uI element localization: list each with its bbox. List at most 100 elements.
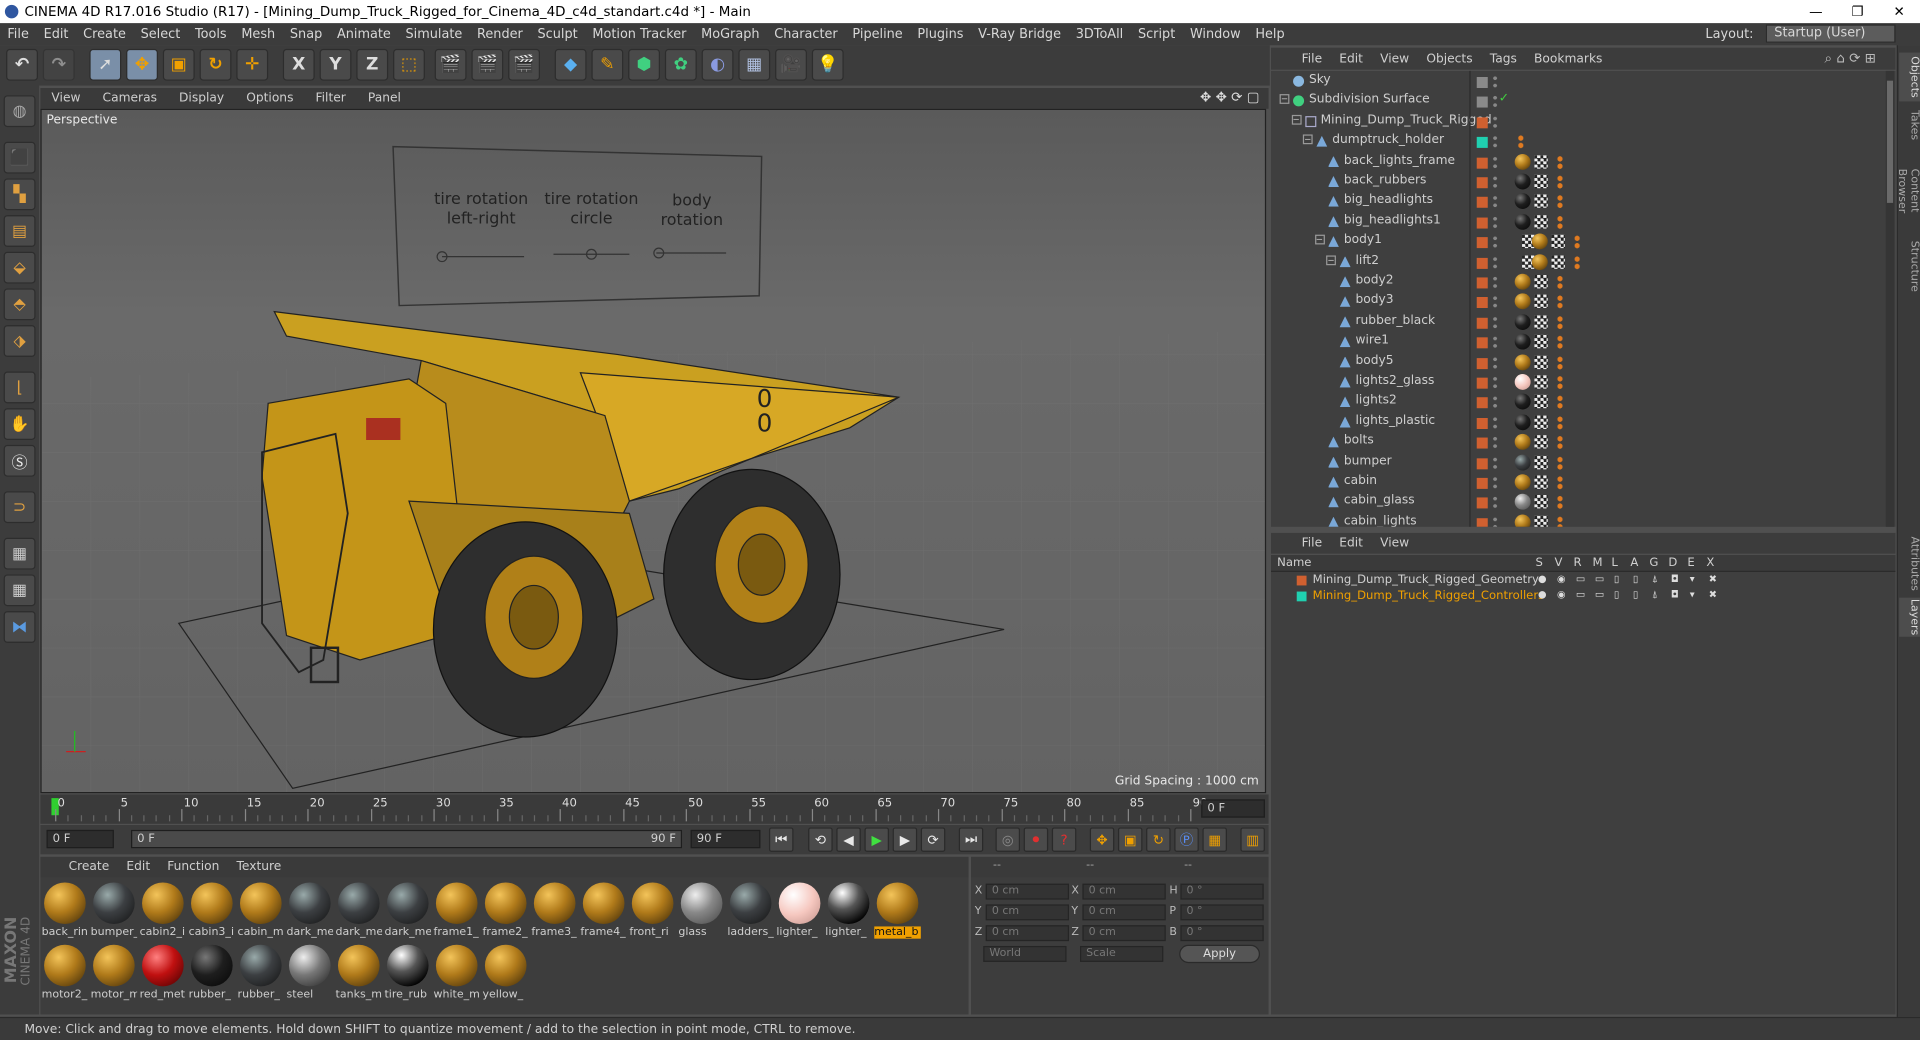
- material-tag-icon[interactable]: [1514, 414, 1531, 430]
- material-swatch[interactable]: ladders_: [727, 880, 774, 941]
- layer-toggle-icon[interactable]: ◘: [1671, 573, 1679, 584]
- coord-field-c[interactable]: 0 °: [1180, 904, 1264, 921]
- object-row[interactable]: − Subdivision Surface ✓: [1271, 92, 1883, 112]
- layer-toggle-icon[interactable]: ⍋: [1652, 573, 1658, 585]
- layer-menu-view[interactable]: View: [1372, 537, 1418, 550]
- visibility-dots-icon[interactable]: [1492, 254, 1498, 270]
- layer-list[interactable]: Mining_Dump_Truck_Rigged_Geometry ● ◉ ▭ ▭ ▯ ▯ ⍋…: [1271, 572, 1896, 1015]
- uvw-tag-icon[interactable]: [1534, 475, 1548, 489]
- layer-toggle-icon[interactable]: ◘: [1671, 589, 1679, 600]
- visibility-dots-icon[interactable]: [1492, 435, 1498, 451]
- uvw-tag-icon[interactable]: [1534, 154, 1548, 169]
- layer-color-icon[interactable]: [1476, 117, 1488, 129]
- selection-tag-icon[interactable]: [1555, 214, 1565, 230]
- layer-color-icon[interactable]: [1476, 417, 1488, 429]
- side-tab-takes[interactable]: Takes: [1899, 106, 1920, 143]
- visibility-dots-icon[interactable]: [1492, 315, 1498, 330]
- cube-primitive-icon[interactable]: ◆: [554, 48, 587, 81]
- layer-color-icon[interactable]: [1476, 337, 1488, 349]
- material-swatch[interactable]: frame1_: [433, 880, 480, 941]
- coord-field-b[interactable]: 0 cm: [1082, 904, 1166, 921]
- menu-select[interactable]: Select: [133, 27, 187, 42]
- key-parameter-icon[interactable]: Ⓟ: [1174, 827, 1199, 852]
- object-row[interactable]: lights2: [1271, 393, 1883, 413]
- material-tag-icon[interactable]: [1514, 313, 1531, 330]
- coord-field-b[interactable]: 0 cm: [1082, 925, 1166, 942]
- coord-field-c[interactable]: 0 °: [1180, 925, 1264, 942]
- end-frame-field[interactable]: 90 F: [690, 829, 761, 849]
- viewport-menu-options[interactable]: Options: [235, 92, 304, 105]
- uvw-tag-icon[interactable]: [1534, 375, 1548, 389]
- material-swatch[interactable]: yellow_: [482, 942, 529, 1003]
- object-row[interactable]: cabin_lights: [1271, 513, 1883, 527]
- magnet-icon[interactable]: ⊃: [3, 491, 36, 524]
- uvw-tag-icon[interactable]: [1534, 435, 1548, 449]
- visibility-dots-icon[interactable]: [1492, 455, 1498, 471]
- object-row[interactable]: − dumptruck_holder: [1271, 132, 1883, 152]
- previous-frame-icon[interactable]: ◀: [836, 827, 861, 852]
- move-tool-icon[interactable]: ✥: [126, 48, 158, 81]
- maximize-button[interactable]: ❐: [1837, 0, 1879, 23]
- viewport-nav-icons[interactable]: ✥ ✥ ⟳ ▢: [1200, 89, 1259, 105]
- viewport-menu-panel[interactable]: Panel: [357, 92, 412, 105]
- layer-color-icon[interactable]: [1476, 77, 1488, 88]
- uvw-tag-icon[interactable]: [1534, 395, 1548, 409]
- layer-color-icon[interactable]: [1476, 157, 1488, 169]
- object-menu-bookmarks[interactable]: Bookmarks: [1525, 52, 1611, 65]
- coord-system-dropdown[interactable]: World: [983, 946, 1067, 962]
- menu-pipeline[interactable]: Pipeline: [845, 27, 910, 42]
- key-scale-icon[interactable]: ▣: [1117, 827, 1143, 852]
- subdivision-generator-icon[interactable]: ⬢: [628, 48, 660, 81]
- layer-toggle-icon[interactable]: ▯: [1614, 573, 1619, 584]
- timeline-window-icon[interactable]: ▥: [1240, 827, 1265, 852]
- layer-toggle-icon[interactable]: ◉: [1557, 573, 1566, 584]
- material-swatch[interactable]: frame4_: [580, 880, 627, 941]
- visibility-dots-icon[interactable]: [1492, 335, 1498, 350]
- axis-mode-icon[interactable]: ⌊: [3, 371, 36, 404]
- apply-button[interactable]: Apply: [1179, 944, 1260, 964]
- layer-color-icon[interactable]: [1476, 197, 1488, 209]
- visibility-dots-icon[interactable]: [1492, 395, 1498, 410]
- material-tag-icon[interactable]: [1514, 293, 1531, 310]
- material-swatch[interactable]: metal_b: [874, 880, 921, 941]
- viewport-menu-display[interactable]: Display: [168, 92, 235, 105]
- menu-script[interactable]: Script: [1131, 27, 1183, 42]
- coord-field-b[interactable]: 0 cm: [1082, 883, 1166, 900]
- next-key-icon[interactable]: ⟳: [920, 827, 946, 852]
- selection-tag-icon[interactable]: [1555, 295, 1565, 310]
- tweak-mode-icon[interactable]: ✋: [3, 408, 36, 440]
- side-tab-layers[interactable]: Layers: [1899, 597, 1920, 637]
- layer-row[interactable]: Mining_Dump_Truck_Rigged_Controllers ● ◉ ▭ ▭…: [1271, 589, 1895, 604]
- material-tag-icon[interactable]: [1514, 474, 1531, 491]
- object-row[interactable]: big_headlights: [1271, 192, 1883, 212]
- menu-animate[interactable]: Animate: [330, 27, 399, 42]
- layer-toggle-icon[interactable]: ●: [1538, 573, 1547, 584]
- object-row[interactable]: − body1: [1271, 232, 1883, 252]
- object-row[interactable]: lights_plastic: [1271, 413, 1883, 433]
- material-swatch[interactable]: dark_me: [336, 880, 382, 941]
- material-swatch[interactable]: bumper_: [91, 880, 137, 941]
- layer-menu-edit[interactable]: Edit: [1331, 537, 1372, 550]
- selection-tag-icon[interactable]: [1555, 495, 1565, 511]
- layer-toggle-icon[interactable]: ▯: [1633, 573, 1638, 584]
- layer-color-icon[interactable]: [1476, 497, 1488, 509]
- material-swatch[interactable]: cabin2_i: [140, 880, 187, 941]
- material-swatch[interactable]: cabin_m: [238, 880, 285, 941]
- object-menu-edit[interactable]: Edit: [1331, 52, 1372, 65]
- object-row[interactable]: cabin_glass: [1271, 493, 1883, 513]
- material-swatch[interactable]: motor_m: [91, 942, 137, 1003]
- material-swatch[interactable]: white_m: [433, 942, 480, 1003]
- y-axis-lock-button[interactable]: Y: [319, 48, 352, 81]
- object-row[interactable]: big_headlights1: [1271, 212, 1883, 232]
- frame-range-slider[interactable]: 0 F 90 F: [131, 829, 683, 849]
- uvw-tag-icon[interactable]: [1534, 415, 1548, 429]
- layer-color-swatch[interactable]: [1296, 590, 1307, 601]
- layer-color-icon[interactable]: [1476, 357, 1488, 369]
- side-tab-content-browser[interactable]: Content Browser: [1896, 148, 1920, 234]
- z-axis-lock-button[interactable]: Z: [356, 48, 389, 81]
- selection-tag-icon[interactable]: [1572, 254, 1583, 270]
- uvw-tag-icon[interactable]: [1534, 455, 1548, 469]
- layer-toggle-icon[interactable]: ▯: [1614, 589, 1619, 600]
- object-manager-tool-icons[interactable]: ⌕ ⌂ ⟳ ⊞: [1824, 50, 1876, 67]
- points-mode-icon[interactable]: ⬙: [3, 251, 36, 284]
